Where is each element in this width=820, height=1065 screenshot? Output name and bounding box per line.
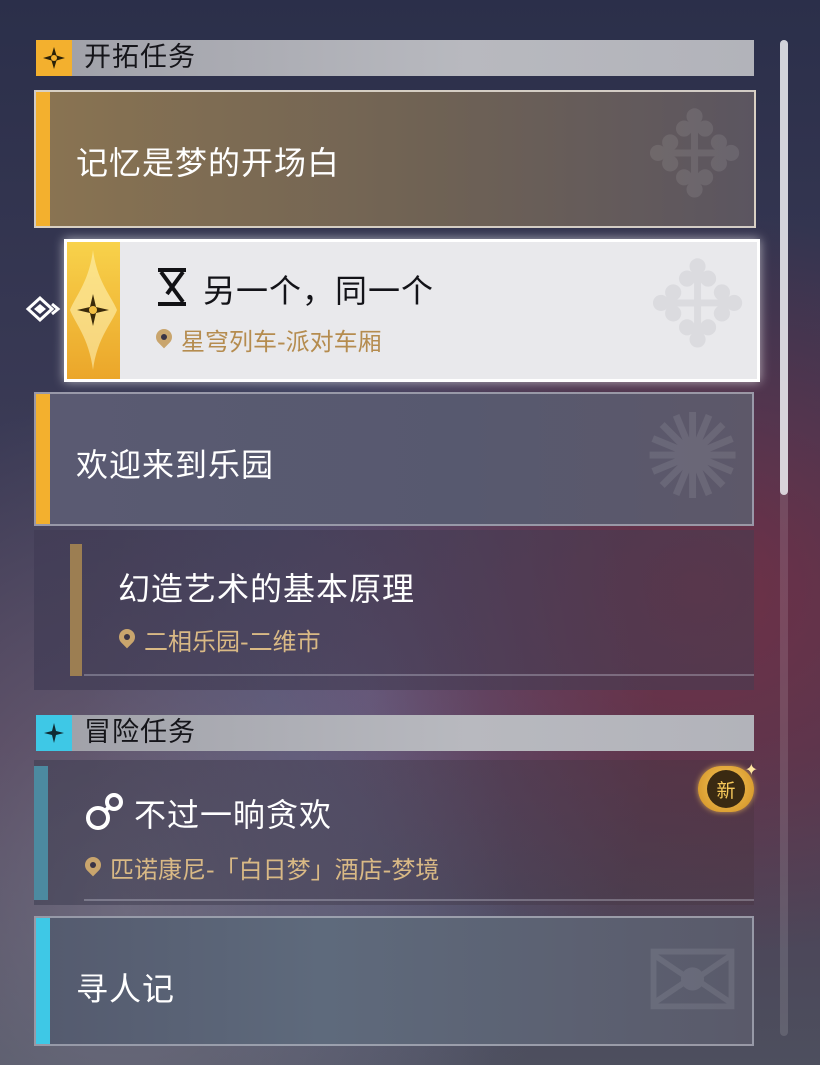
quest-emblem-watermark: ✥	[645, 90, 744, 224]
adventure-star-icon	[36, 715, 72, 751]
quest-card-indulgence[interactable]: 不过一晌贪欢 匹诺康尼-「白日梦」酒店-梦境	[34, 760, 754, 905]
quest-card-welcome[interactable]: ✺ 欢迎来到乐园	[34, 392, 754, 526]
quest-card-selected[interactable]: ✥ 另一个，同一个 星穹列车-派对车厢	[64, 239, 760, 382]
location-text: 匹诺康尼-「白日梦」酒店-梦境	[110, 856, 440, 884]
quest-location: 星穹列车-派对车厢	[155, 322, 382, 357]
selected-arrow-icon	[24, 294, 64, 328]
quest-card-memory[interactable]: ✥ 记忆是梦的开场白	[34, 90, 756, 228]
quest-title: 幻造艺术的基本原理	[118, 570, 416, 608]
divider	[84, 674, 754, 676]
new-badge-inner: 新	[707, 770, 745, 808]
section-title: 冒险任务	[84, 717, 196, 748]
hourglass-icon	[155, 268, 189, 310]
quest-emblem-watermark: ✥	[648, 239, 747, 374]
location-pin-icon	[155, 329, 173, 351]
scrollbar-thumb[interactable]	[780, 40, 788, 495]
sparkle-icon: ✦	[744, 760, 758, 779]
adventure-section-header: 冒险任务	[36, 715, 754, 751]
quest-emblem-watermark: ✺	[643, 392, 742, 526]
quest-location: 二相乐园-二维市	[118, 622, 321, 657]
location-text: 星穹列车-派对车厢	[181, 328, 382, 356]
quest-emblem-watermark: ✉	[643, 916, 742, 1046]
quest-title: 欢迎来到乐园	[76, 446, 275, 484]
new-badge-label: 新	[716, 779, 736, 802]
location-pin-icon	[84, 857, 102, 879]
quest-card-illusion-art[interactable]: 幻造艺术的基本原理 二相乐园-二维市	[34, 530, 754, 690]
trailblaze-section-header: 开拓任务	[36, 40, 754, 76]
scrollbar-track[interactable]	[780, 40, 788, 1036]
quest-title: 另一个，同一个	[203, 272, 435, 310]
golden-star-icon	[70, 250, 117, 370]
quest-title: 寻人记	[76, 970, 176, 1008]
quest-accent-bar	[34, 766, 48, 900]
trailblaze-quest-tag	[67, 242, 120, 379]
location-text: 二相乐园-二维市	[144, 628, 321, 656]
quest-title: 记忆是梦的开场白	[76, 144, 341, 182]
quest-title: 不过一晌贪欢	[134, 796, 333, 834]
quest-card-search[interactable]: ✉ 寻人记	[34, 916, 754, 1046]
divider	[84, 899, 754, 901]
quest-accent-bar	[70, 544, 82, 676]
quest-accent-bar	[36, 394, 50, 524]
quest-accent-bar	[36, 92, 50, 226]
quest-location: 匹诺康尼-「白日梦」酒店-梦境	[84, 850, 439, 885]
trailblaze-star-icon	[36, 40, 72, 76]
new-badge: 新 ✦	[698, 760, 758, 812]
section-title: 开拓任务	[84, 42, 196, 73]
dream-bubble-icon	[84, 790, 126, 836]
quest-accent-bar	[36, 918, 50, 1044]
location-pin-icon	[118, 629, 136, 651]
